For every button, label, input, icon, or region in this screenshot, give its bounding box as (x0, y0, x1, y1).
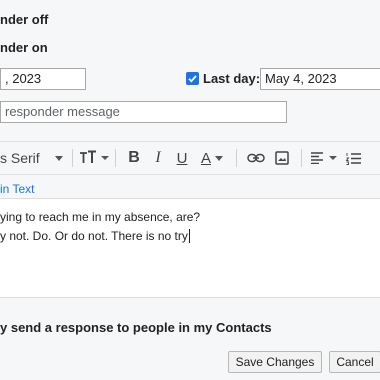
toolbar-divider (236, 149, 237, 167)
italic-button[interactable]: I (146, 146, 170, 170)
message-line-1: ying to reach me in my absence, are? (0, 210, 201, 224)
underline-button[interactable]: U (170, 146, 194, 170)
toolbar-divider (115, 149, 116, 167)
contacts-only-label[interactable]: y send a response to people in my Contac… (0, 320, 272, 335)
numbered-list-icon (346, 152, 361, 165)
cancel-button[interactable]: Cancel (329, 351, 380, 373)
align-button[interactable] (308, 146, 342, 170)
responder-on-label[interactable]: nder on (0, 40, 48, 55)
responder-off-label[interactable]: nder off (0, 12, 48, 27)
first-day-input[interactable]: , 2023 (0, 68, 86, 90)
toolbar-divider (72, 149, 73, 167)
last-day-input[interactable]: May 4, 2023 (260, 68, 380, 90)
chevron-down-icon (55, 155, 63, 161)
insert-link-button[interactable] (243, 146, 269, 170)
last-day-checkbox[interactable] (186, 72, 199, 85)
text-size-icon (80, 150, 109, 163)
numbered-list-button[interactable] (342, 146, 366, 170)
font-family-label: s Serif (0, 150, 40, 166)
image-icon (275, 151, 289, 165)
font-dropdown-arrow[interactable] (52, 146, 66, 170)
last-day-label: Last day: (203, 71, 261, 86)
chevron-down-icon (215, 155, 223, 161)
toolbar-divider (301, 149, 302, 167)
bold-button[interactable]: B (122, 146, 146, 170)
font-family-select[interactable]: s Serif (0, 146, 52, 170)
checkmark-icon (188, 75, 197, 83)
save-changes-button[interactable]: Save Changes (228, 351, 322, 373)
text-color-button[interactable]: A (194, 146, 230, 170)
message-editor[interactable]: ying to reach me in my absence, are? y n… (0, 198, 380, 298)
formatting-toolbar: s Serif B I U A (0, 141, 380, 175)
insert-image-button[interactable] (269, 146, 295, 170)
plain-text-link[interactable]: in Text (0, 182, 34, 196)
link-icon (247, 153, 265, 163)
message-line-2: y not. Do. Or do not. There is no try (0, 229, 190, 243)
subject-input[interactable]: responder message (0, 101, 287, 123)
text-color-label: A (200, 149, 211, 167)
align-icon (311, 152, 337, 164)
text-size-button[interactable] (79, 146, 109, 170)
